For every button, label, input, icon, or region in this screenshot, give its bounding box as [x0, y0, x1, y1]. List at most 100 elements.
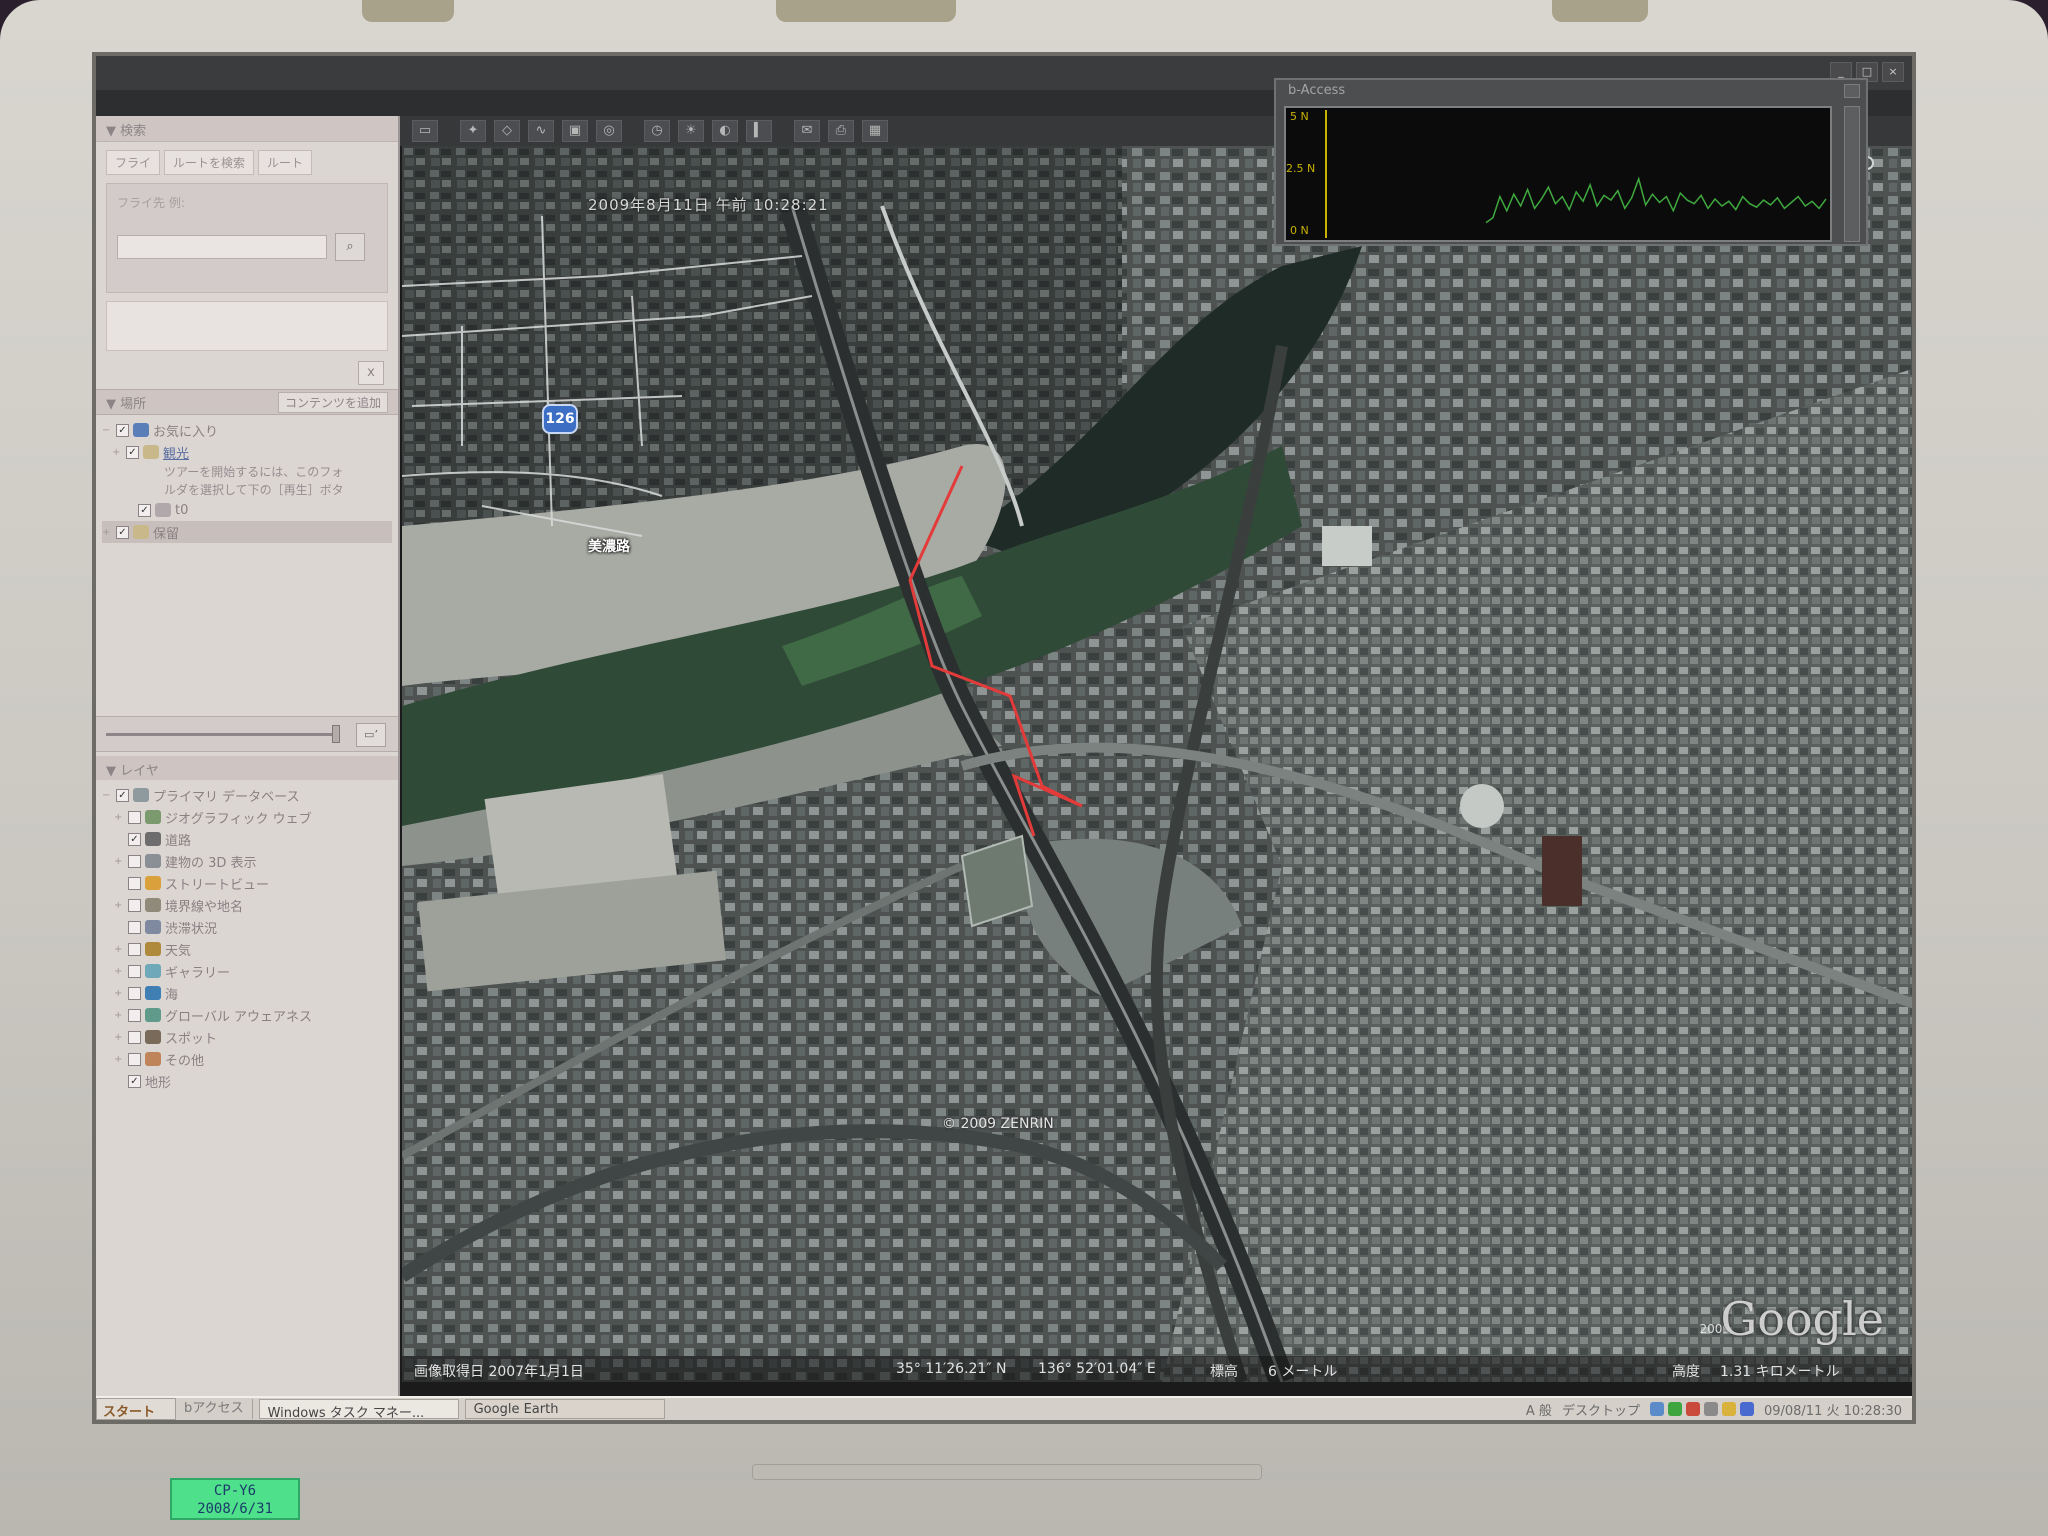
layer-checkbox[interactable] [128, 810, 141, 824]
layer-item[interactable]: + ジオグラフィック ウェブ [102, 806, 392, 828]
tab-find-route[interactable]: ルートを検索 [164, 150, 255, 175]
layer-checkbox[interactable] [128, 964, 141, 978]
bluetooth-icon[interactable] [1739, 1402, 1754, 1416]
layer-checkbox[interactable] [128, 1008, 141, 1022]
close-window-button[interactable]: × [1882, 62, 1904, 82]
expand-toggle-icon[interactable]: + [114, 856, 124, 867]
search-input[interactable] [117, 235, 327, 259]
tour-icon[interactable]: ◎ [596, 120, 622, 142]
layer-item[interactable]: 渋滞状況 [102, 916, 392, 938]
layer-checkbox[interactable] [128, 1030, 141, 1044]
task-task-manager[interactable]: Windows タスク マネー... [258, 1399, 459, 1419]
antivirus-icon[interactable] [1685, 1402, 1700, 1416]
map-view[interactable]: 2009年8月11日 午前 10:28:21 126 美濃路 © 2009 ZE… [402, 146, 1916, 1382]
layer-checkbox[interactable]: ✓ [138, 503, 151, 517]
layer-item[interactable]: + ギャラリー [102, 960, 392, 982]
start-button[interactable]: スタート [96, 1398, 176, 1420]
google-logo: Google [1720, 1292, 1884, 1346]
layer-checkbox[interactable] [128, 920, 141, 934]
layer-item[interactable]: ストリートビュー [102, 872, 392, 894]
placemark-icon[interactable]: ✦ [460, 120, 486, 142]
layer-item[interactable]: ✓ 道路 [102, 828, 392, 850]
layer-item[interactable]: + グローバル アウェアネス [102, 1004, 392, 1026]
layer-checkbox[interactable] [128, 986, 141, 1000]
expand-toggle-icon[interactable]: + [114, 966, 124, 977]
view-maps-icon[interactable]: ▦ [862, 120, 888, 142]
play-tour-button[interactable]: ▭ʼ [356, 723, 386, 747]
layer-checkbox[interactable] [128, 898, 141, 912]
tab-directions[interactable]: ルート [258, 150, 313, 175]
expand-toggle-icon[interactable]: + [114, 812, 124, 823]
print-icon[interactable]: ⎙ [828, 120, 854, 142]
search-panel-header[interactable]: ▼ 検索 [96, 116, 398, 142]
add-content-button[interactable]: コンテンツを追加 [277, 391, 388, 413]
polygon-icon[interactable]: ◇ [494, 120, 520, 142]
network-icon[interactable] [1649, 1402, 1664, 1416]
sidebar: ▼ 検索 フライ ルートを検索 ルート フライ先 例: ⌕ x ▼ 場所 コンテ… [96, 116, 400, 1406]
expand-toggle-icon[interactable]: + [114, 1010, 124, 1021]
layer-icon [145, 854, 161, 868]
b-access-scrollbar[interactable] [1844, 106, 1860, 242]
places-item[interactable]: + ✓ 保留 [102, 521, 392, 543]
layer-item[interactable]: + 建物の 3D 表示 [102, 850, 392, 872]
layer-checkbox[interactable]: ✓ [128, 832, 141, 846]
volume-icon[interactable] [1703, 1402, 1718, 1416]
b-access-graph: 5 N 2.5 N 0 N [1284, 106, 1832, 242]
layer-checkbox[interactable]: ✓ [128, 1074, 141, 1088]
email-icon[interactable]: ✉ [794, 120, 820, 142]
expand-toggle-icon[interactable]: + [102, 527, 112, 538]
places-item[interactable]: + ✓ 観光 [102, 441, 392, 463]
historical-imagery-icon[interactable]: ◷ [644, 120, 670, 142]
start-label: スタート [103, 1405, 156, 1420]
path-icon[interactable]: ∿ [528, 120, 554, 142]
layer-checkbox[interactable] [128, 942, 141, 956]
layer-item[interactable]: + スポット [102, 1026, 392, 1048]
layer-icon [145, 1052, 161, 1066]
places-item[interactable]: − ✓ お気に入り [102, 419, 392, 441]
sunlight-icon[interactable]: ☀ [678, 120, 704, 142]
layer-checkbox[interactable]: ✓ [116, 423, 129, 437]
ime-indicator[interactable]: A 般 [1526, 1400, 1552, 1419]
tour-slider-track[interactable] [106, 733, 336, 736]
layer-checkbox[interactable]: ✓ [126, 445, 139, 459]
places-item[interactable]: ✓ t0 [102, 499, 392, 521]
task-google-earth[interactable]: Google Earth [464, 1399, 665, 1419]
tab-fly-to[interactable]: フライ [106, 150, 161, 175]
b-access-close-button[interactable] [1844, 84, 1860, 98]
expand-toggle-icon[interactable]: + [114, 1054, 124, 1065]
layers-panel-header[interactable]: ▼ レイヤ [96, 756, 398, 780]
layer-item[interactable]: + その他 [102, 1048, 392, 1070]
layer-item[interactable]: − ✓ プライマリ データベース [102, 784, 392, 806]
quicklaunch-b-access[interactable]: bアクセス [176, 1399, 253, 1419]
overlay-icon[interactable]: ▣ [562, 120, 588, 142]
layer-checkbox[interactable] [128, 854, 141, 868]
battery-icon[interactable] [1721, 1402, 1736, 1416]
expand-toggle-icon[interactable]: + [114, 988, 124, 999]
layer-item[interactable]: + 天気 [102, 938, 392, 960]
close-search-button[interactable]: x [358, 361, 384, 385]
layer-checkbox[interactable]: ✓ [116, 788, 129, 802]
layer-checkbox[interactable] [128, 1052, 141, 1066]
security-icon[interactable] [1667, 1402, 1682, 1416]
expand-toggle-icon[interactable]: + [114, 944, 124, 955]
b-access-window[interactable]: b-Access 5 N 2.5 N 0 N [1274, 78, 1868, 246]
layer-item[interactable]: + 海 [102, 982, 392, 1004]
satellite-imagery[interactable] [402, 146, 1916, 1382]
planet-icon[interactable]: ◐ [712, 120, 738, 142]
sidebar-icon[interactable]: ▭ [412, 120, 438, 142]
expand-toggle-icon[interactable]: + [112, 447, 122, 458]
ruler-icon[interactable]: ▍ [746, 120, 772, 142]
tour-slider-thumb[interactable] [332, 725, 340, 743]
expand-toggle-icon[interactable]: − [102, 425, 112, 436]
expand-toggle-icon[interactable]: − [102, 790, 112, 801]
expand-toggle-icon[interactable]: + [114, 900, 124, 911]
layer-item[interactable]: ✓ 地形 [102, 1070, 392, 1092]
layer-checkbox[interactable] [128, 876, 141, 890]
globe-icon [133, 423, 149, 437]
layer-checkbox[interactable]: ✓ [116, 525, 129, 539]
search-button[interactable]: ⌕ [335, 233, 365, 261]
places-panel-header[interactable]: ▼ 場所 コンテンツを追加 [96, 389, 398, 415]
expand-toggle-icon[interactable]: + [114, 1032, 124, 1043]
layer-item[interactable]: + 境界線や地名 [102, 894, 392, 916]
desktop-toolbar[interactable]: デスクトップ [1562, 1400, 1640, 1419]
